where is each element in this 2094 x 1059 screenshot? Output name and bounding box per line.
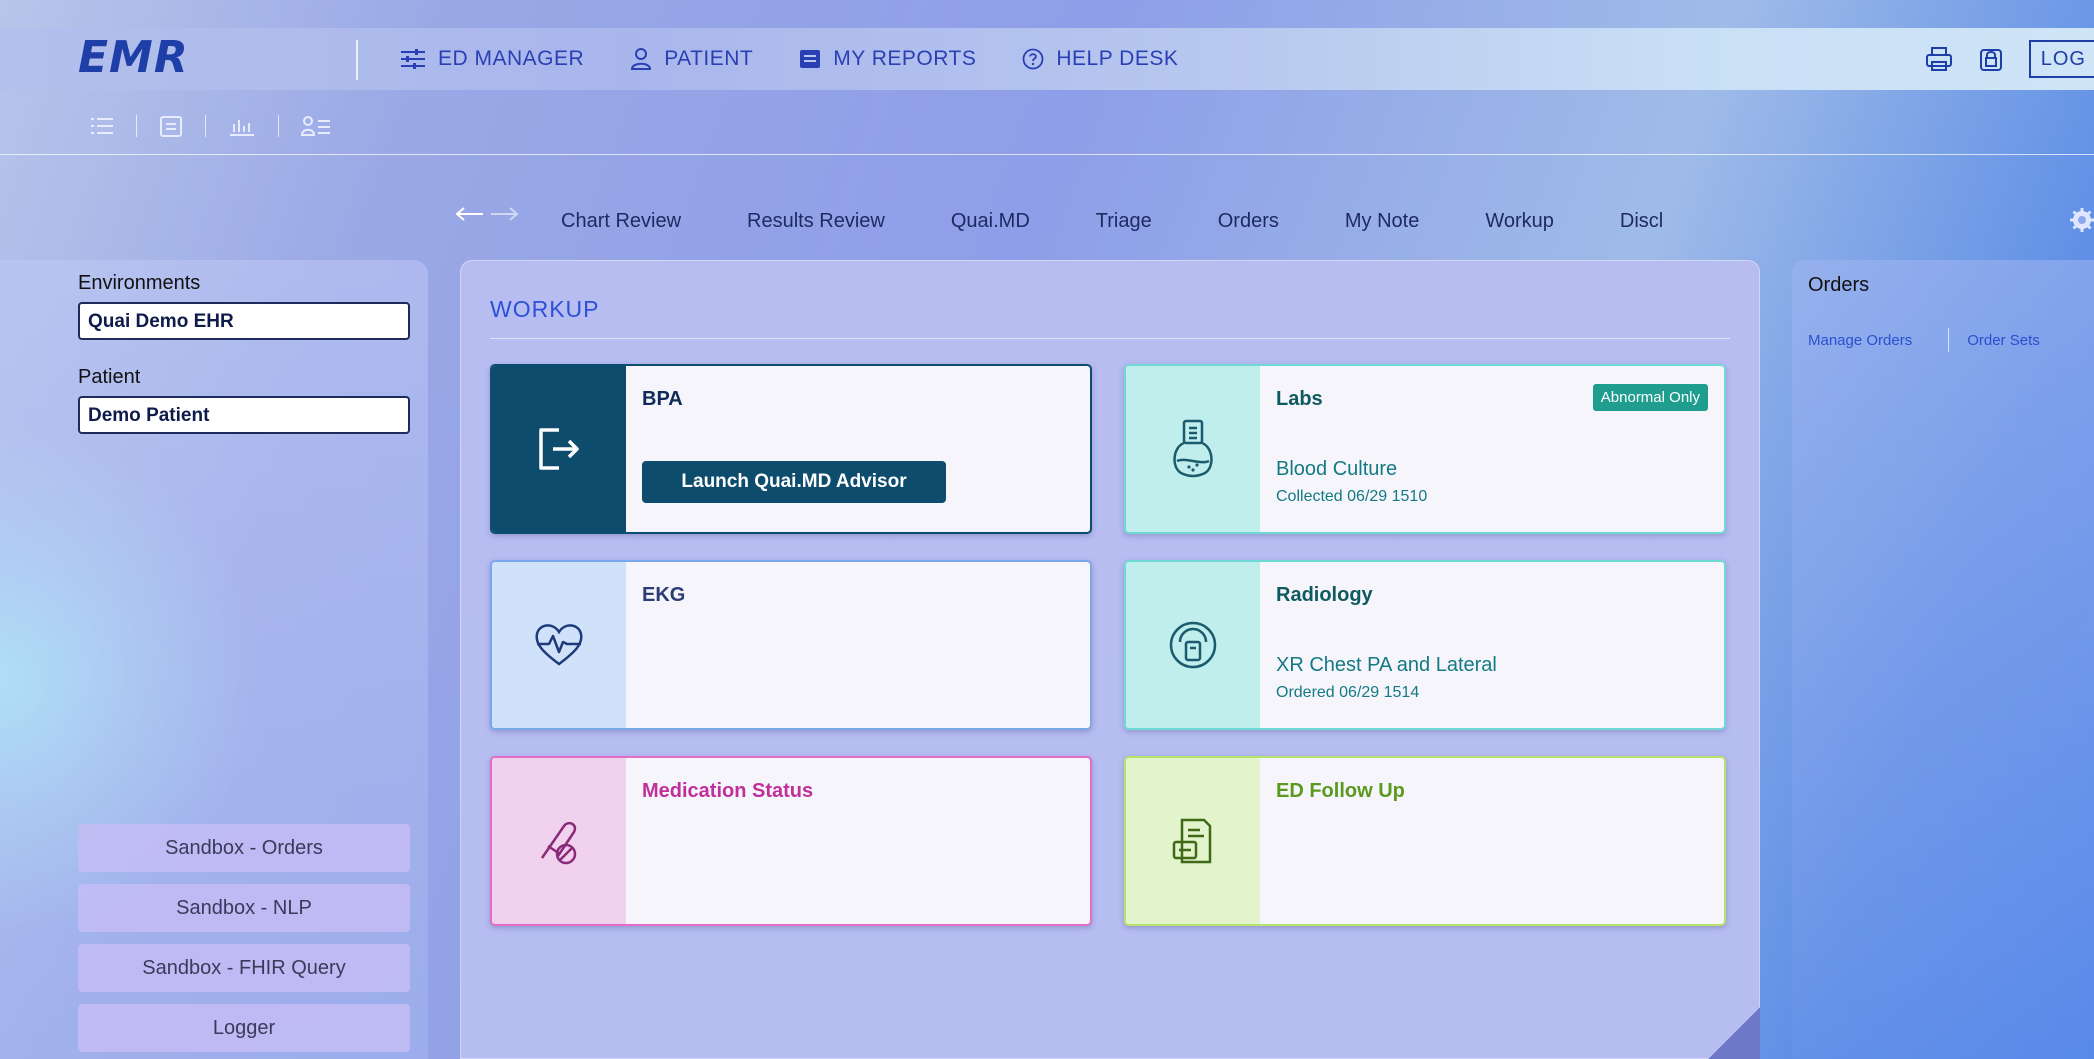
- header-divider: [0, 154, 2094, 155]
- arrow-right-icon[interactable]: [489, 206, 519, 222]
- iconbar-divider: [205, 115, 206, 137]
- radiology-result: XR Chest PA and Lateral: [1276, 654, 1497, 676]
- abnormal-only-badge[interactable]: Abnormal Only: [1592, 384, 1708, 411]
- patient-label: Patient: [78, 366, 141, 388]
- orders-panel: Orders Manage Orders Order Sets: [1792, 260, 2094, 1059]
- launch-advisor-button[interactable]: Launch Quai.MD Advisor: [642, 461, 946, 503]
- nav-my-reports-label: MY REPORTS: [833, 47, 977, 70]
- flask-icon: [1173, 419, 1213, 478]
- labs-timestamp: Collected 06/29 1510: [1276, 488, 1428, 505]
- logo-divider: [356, 40, 358, 80]
- list-view-icon[interactable]: [90, 116, 114, 136]
- order-sets-link[interactable]: Order Sets: [1967, 332, 2040, 349]
- bpa-title: BPA: [642, 388, 683, 410]
- environment-field[interactable]: Quai Demo EHR: [78, 302, 410, 340]
- bpa-card-side: [492, 366, 626, 532]
- arrow-left-icon[interactable]: [455, 206, 485, 222]
- radiology-card-side: [1126, 562, 1260, 728]
- sandbox-fhir-query-button[interactable]: Sandbox - FHIR Query: [78, 944, 410, 992]
- view-icon-bar: [90, 114, 331, 138]
- lock-icon[interactable]: [1979, 46, 2003, 72]
- radiology-card[interactable]: Radiology XR Chest PA and Lateral Ordere…: [1124, 560, 1726, 730]
- labs-card[interactable]: Labs Abnormal Only Blood Culture Collect…: [1124, 364, 1726, 534]
- tab-triage[interactable]: Triage: [1096, 210, 1152, 233]
- sandbox-orders-button[interactable]: Sandbox - Orders: [78, 824, 410, 872]
- ed-follow-up-card[interactable]: ED Follow Up: [1124, 756, 1726, 926]
- nav-my-reports[interactable]: MY REPORTS: [799, 47, 976, 71]
- tab-navigation-arrows: [455, 206, 519, 222]
- manage-orders-link[interactable]: Manage Orders: [1808, 332, 1912, 349]
- medication-status-card[interactable]: Medication Status: [490, 756, 1092, 926]
- app-logo: EMR: [78, 32, 189, 83]
- labs-card-side: [1126, 366, 1260, 532]
- ekg-card[interactable]: EKG: [490, 560, 1092, 730]
- logout-button[interactable]: LOG: [2028, 40, 2094, 78]
- ekg-card-side: [492, 562, 626, 728]
- tab-results-review[interactable]: Results Review: [747, 210, 885, 233]
- labs-title: Labs: [1276, 388, 1323, 410]
- top-right-actions: LOG: [1925, 28, 2094, 90]
- gear-icon[interactable]: [2070, 208, 2094, 237]
- person-icon: [631, 48, 652, 70]
- workup-divider: [490, 338, 1730, 339]
- iconbar-divider: [278, 115, 279, 137]
- chart-icon[interactable]: [228, 116, 256, 136]
- medication-card-side: [492, 758, 626, 924]
- nav-ed-manager[interactable]: ED MANAGER: [400, 47, 584, 71]
- labs-result: Blood Culture: [1276, 458, 1398, 480]
- sandbox-nlp-button[interactable]: Sandbox - NLP: [78, 884, 410, 932]
- pill-icon: [540, 821, 577, 865]
- patient-list-icon[interactable]: [301, 115, 331, 137]
- orders-panel-links: Manage Orders Order Sets: [1808, 328, 2040, 352]
- workup-title: WORKUP: [490, 296, 600, 322]
- top-bar: EMR ED MANAGER PATIENT MY REPORTS HELP D…: [0, 28, 2094, 90]
- top-nav: ED MANAGER PATIENT MY REPORTS HELP DESK: [400, 28, 1224, 90]
- tab-orders[interactable]: Orders: [1218, 210, 1279, 233]
- tab-my-note[interactable]: My Note: [1345, 210, 1419, 233]
- nav-ed-manager-label: ED MANAGER: [438, 47, 585, 70]
- environments-label: Environments: [78, 272, 201, 294]
- exit-icon: [539, 428, 579, 470]
- left-sidebar: Environments Quai Demo EHR Patient Demo …: [0, 260, 428, 1059]
- document-icon: [800, 50, 821, 68]
- workup-panel: WORKUP BPA Launch Quai.MD Advisor Labs A…: [460, 260, 1760, 1059]
- xray-scanner-icon: [1169, 621, 1217, 669]
- nav-help-desk-label: HELP DESK: [1056, 47, 1179, 70]
- print-icon[interactable]: [1925, 46, 1953, 72]
- nav-patient[interactable]: PATIENT: [630, 47, 753, 71]
- sliders-icon: [401, 49, 425, 69]
- bpa-card[interactable]: BPA Launch Quai.MD Advisor: [490, 364, 1092, 534]
- radiology-title: Radiology: [1276, 584, 1373, 606]
- activity-tabs: Chart Review Results Review Quai.MD Tria…: [561, 206, 1761, 236]
- ekg-title: EKG: [642, 584, 686, 606]
- tab-chart-review[interactable]: Chart Review: [561, 210, 681, 233]
- calendar-icon[interactable]: [159, 114, 183, 138]
- radiology-timestamp: Ordered 06/29 1514: [1276, 684, 1420, 701]
- clipboard-icon: [1172, 818, 1212, 864]
- iconbar-divider: [136, 115, 137, 137]
- follow-up-card-side: [1126, 758, 1260, 924]
- tab-workup[interactable]: Workup: [1485, 210, 1554, 233]
- patient-field[interactable]: Demo Patient: [78, 396, 410, 434]
- help-icon: [1022, 48, 1044, 70]
- heart-rate-icon: [535, 624, 583, 666]
- nav-help-desk[interactable]: HELP DESK: [1022, 47, 1178, 71]
- tab-quai-md[interactable]: Quai.MD: [951, 210, 1030, 233]
- logger-button[interactable]: Logger: [78, 1004, 410, 1052]
- panel-corner-fold: [1708, 1007, 1760, 1059]
- ed-follow-up-title: ED Follow Up: [1276, 780, 1405, 802]
- nav-patient-label: PATIENT: [664, 47, 754, 70]
- tab-discharge[interactable]: Discl: [1620, 210, 1663, 233]
- orders-links-divider: [1948, 328, 1950, 352]
- medication-status-title: Medication Status: [642, 780, 814, 802]
- orders-panel-title: Orders: [1808, 274, 1870, 296]
